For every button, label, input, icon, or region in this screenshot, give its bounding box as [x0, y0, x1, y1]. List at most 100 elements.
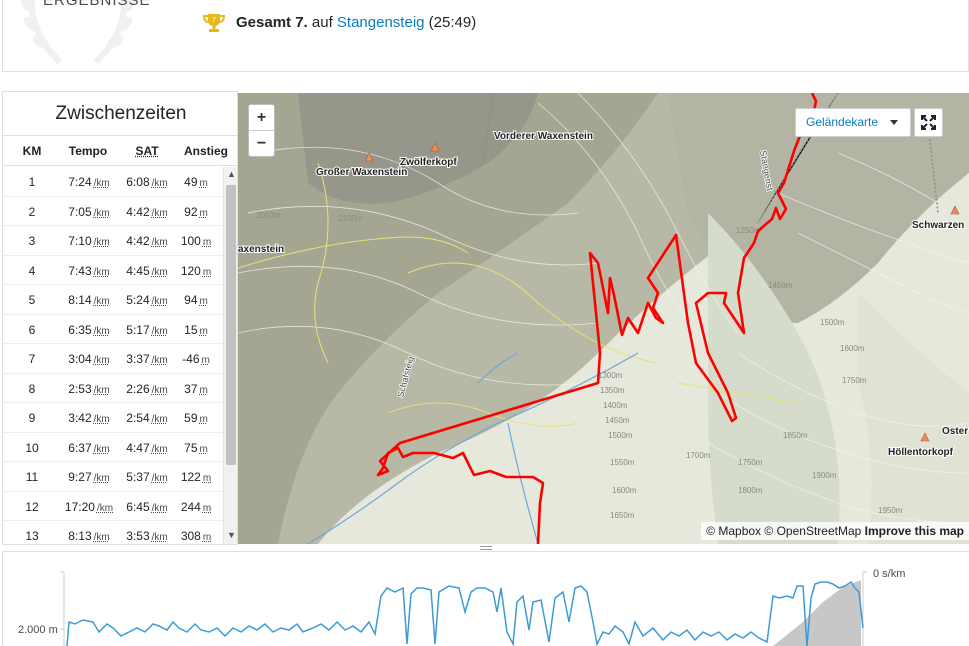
- gap-unit: /km: [151, 443, 168, 455]
- elevation-area: [773, 580, 861, 646]
- gap-unit: /km: [151, 266, 168, 278]
- split-km: 9: [28, 411, 36, 425]
- contour-label: 1300m: [598, 371, 623, 380]
- scroll-down-icon[interactable]: ▼: [224, 530, 237, 544]
- pace-unit: /km: [93, 443, 110, 455]
- pace-unit: /km: [93, 473, 110, 484]
- improve-map-link[interactable]: Improve this map: [865, 524, 964, 538]
- overall-result: Gesamt 7. auf Stangensteig (25:49): [236, 14, 476, 31]
- scroll-up-icon[interactable]: ▲: [224, 169, 237, 183]
- contour-label: 1500m: [608, 431, 633, 440]
- elevation-unit: m: [202, 502, 212, 514]
- split-pace: 7:24/km: [58, 175, 120, 189]
- elevation-profile[interactable]: 2.000 m 0 s/km: [2, 552, 969, 646]
- split-gap-value: 5:24: [126, 293, 150, 307]
- split-pace-value: 7:43: [68, 263, 92, 278]
- elevation-unit: m: [201, 355, 210, 366]
- segment-time: (25:49): [428, 14, 477, 31]
- pace-unit: /km: [93, 266, 110, 278]
- table-row[interactable]: 10 6:37/km 4:47/km 75 m: [3, 433, 223, 462]
- split-gap-value: 4:42: [126, 234, 150, 248]
- results-title: ERGEBNISSE: [43, 0, 151, 9]
- split-pace-value: 8:13: [68, 529, 92, 543]
- place-label: axenstein: [238, 244, 284, 255]
- pace-unit: /km: [93, 384, 110, 396]
- column-header-gap[interactable]: SAT: [116, 144, 178, 158]
- table-row[interactable]: 8 2:53/km 2:26/km 37 m: [3, 374, 223, 403]
- gap-unit: /km: [151, 532, 168, 543]
- pace-unit: /km: [93, 532, 110, 543]
- table-row[interactable]: 11 9:27/km 5:37/km 122 m: [3, 462, 223, 492]
- table-row[interactable]: 6 6:35/km 5:17/km 15 m: [3, 315, 223, 344]
- split-gap-value: 2:26: [126, 381, 150, 396]
- place-label: Oster: [942, 426, 968, 437]
- gap-unit: /km: [151, 414, 168, 425]
- elevation-unit: m: [199, 325, 208, 337]
- split-elevation-value: 49: [184, 175, 198, 189]
- table-row[interactable]: 2 7:05/km 4:42/km 92 m: [3, 197, 223, 226]
- map-style-label: Geländekarte: [806, 115, 879, 129]
- elevation-unit: m: [199, 384, 208, 396]
- contour-label: 1700m: [686, 451, 711, 460]
- gap-unit: /km: [151, 296, 168, 307]
- table-row[interactable]: 4 7:43/km 4:45/km 120 m: [3, 256, 223, 285]
- contour-label: 2050m: [256, 211, 281, 220]
- elevation-unit: m: [202, 266, 212, 278]
- table-row[interactable]: 3 7:10/km 4:42/km 100 m: [3, 226, 223, 256]
- split-km: 11: [25, 470, 39, 484]
- segment-link[interactable]: Stangensteig: [337, 14, 425, 31]
- contour-label: 1500m: [820, 318, 845, 327]
- elevation-unit: m: [202, 237, 212, 248]
- elevation-unit: m: [199, 296, 208, 307]
- place-label: Zwölferkopf: [400, 157, 457, 168]
- table-row[interactable]: 7 3:04/km 3:37/km -46 m: [3, 344, 223, 374]
- table-row[interactable]: 13 8:13/km 3:53/km 308 m: [3, 521, 223, 544]
- table-row[interactable]: 9 3:42/km 2:54/km 59 m: [3, 403, 223, 433]
- contour-label: 1750m: [842, 376, 867, 385]
- splits-panel: Zwischenzeiten KM Tempo SAT Anstieg 1 7:2…: [2, 91, 238, 545]
- overall-rank: Gesamt 7.: [236, 14, 308, 31]
- split-gap-value: 3:37: [126, 352, 150, 366]
- split-elevation-value: 120: [180, 263, 201, 278]
- result-on-label: auf: [311, 14, 333, 31]
- pace-unit: /km: [93, 414, 110, 425]
- split-pace: 7:05/km: [58, 205, 120, 219]
- openstreetmap-link[interactable]: © OpenStreetMap: [764, 524, 861, 538]
- splits-scrollbar[interactable]: ▲ ▼: [223, 167, 237, 544]
- table-row[interactable]: 1 7:24/km 6:08/km 49 m: [3, 167, 223, 197]
- splits-table: 1 7:24/km 6:08/km 49 m 2 7:05/km 4:42/km 92 m 3 7:1…: [3, 167, 223, 544]
- contour-label: 1400m: [603, 401, 628, 410]
- split-gap-value: 6:45: [126, 499, 150, 514]
- contour-label: 1900m: [812, 471, 837, 480]
- column-header-elevation: Anstieg: [183, 144, 228, 158]
- route-map[interactable]: Vorderer Waxenstein Zwölferkopf Großer W…: [238, 93, 969, 544]
- split-pace: 7:10/km: [58, 234, 120, 248]
- split-pace: 9:27/km: [58, 470, 120, 484]
- zoom-out-button[interactable]: −: [249, 131, 274, 157]
- table-row[interactable]: 12 17:20/km 6:45/km 244 m: [3, 492, 223, 521]
- map-attribution: © Mapbox © OpenStreetMap Improve this ma…: [701, 522, 969, 540]
- table-row[interactable]: 5 8:14/km 5:24/km 94 m: [3, 285, 223, 315]
- split-elevation: 308 m: [169, 529, 223, 543]
- gap-unit: /km: [151, 178, 168, 189]
- gap-unit: /km: [151, 473, 168, 484]
- zoom-in-button[interactable]: +: [249, 105, 274, 131]
- split-elevation: 15 m: [169, 323, 223, 337]
- terrain-map: Vorderer Waxenstein Zwölferkopf Großer W…: [238, 93, 969, 544]
- split-elevation: 120 m: [169, 264, 223, 278]
- fullscreen-button[interactable]: [914, 108, 943, 137]
- split-pace-value: 7:10: [68, 234, 92, 248]
- place-label: Höllentorkopf: [888, 447, 954, 458]
- contour-label: 1450m: [605, 416, 630, 425]
- scrollbar-thumb[interactable]: [226, 185, 236, 465]
- elevation-unit: m: [199, 443, 208, 455]
- split-pace-value: 3:04: [68, 352, 92, 366]
- mapbox-link[interactable]: © Mapbox: [706, 524, 761, 538]
- split-elevation: 59 m: [169, 411, 223, 425]
- split-gap-value: 2:54: [126, 411, 150, 425]
- map-style-dropdown[interactable]: Geländekarte: [795, 108, 911, 137]
- split-elevation: 92 m: [169, 205, 223, 219]
- split-pace-value: 6:37: [68, 440, 92, 455]
- split-elevation-value: 37: [184, 381, 198, 396]
- place-label: Vorderer Waxenstein: [494, 131, 593, 142]
